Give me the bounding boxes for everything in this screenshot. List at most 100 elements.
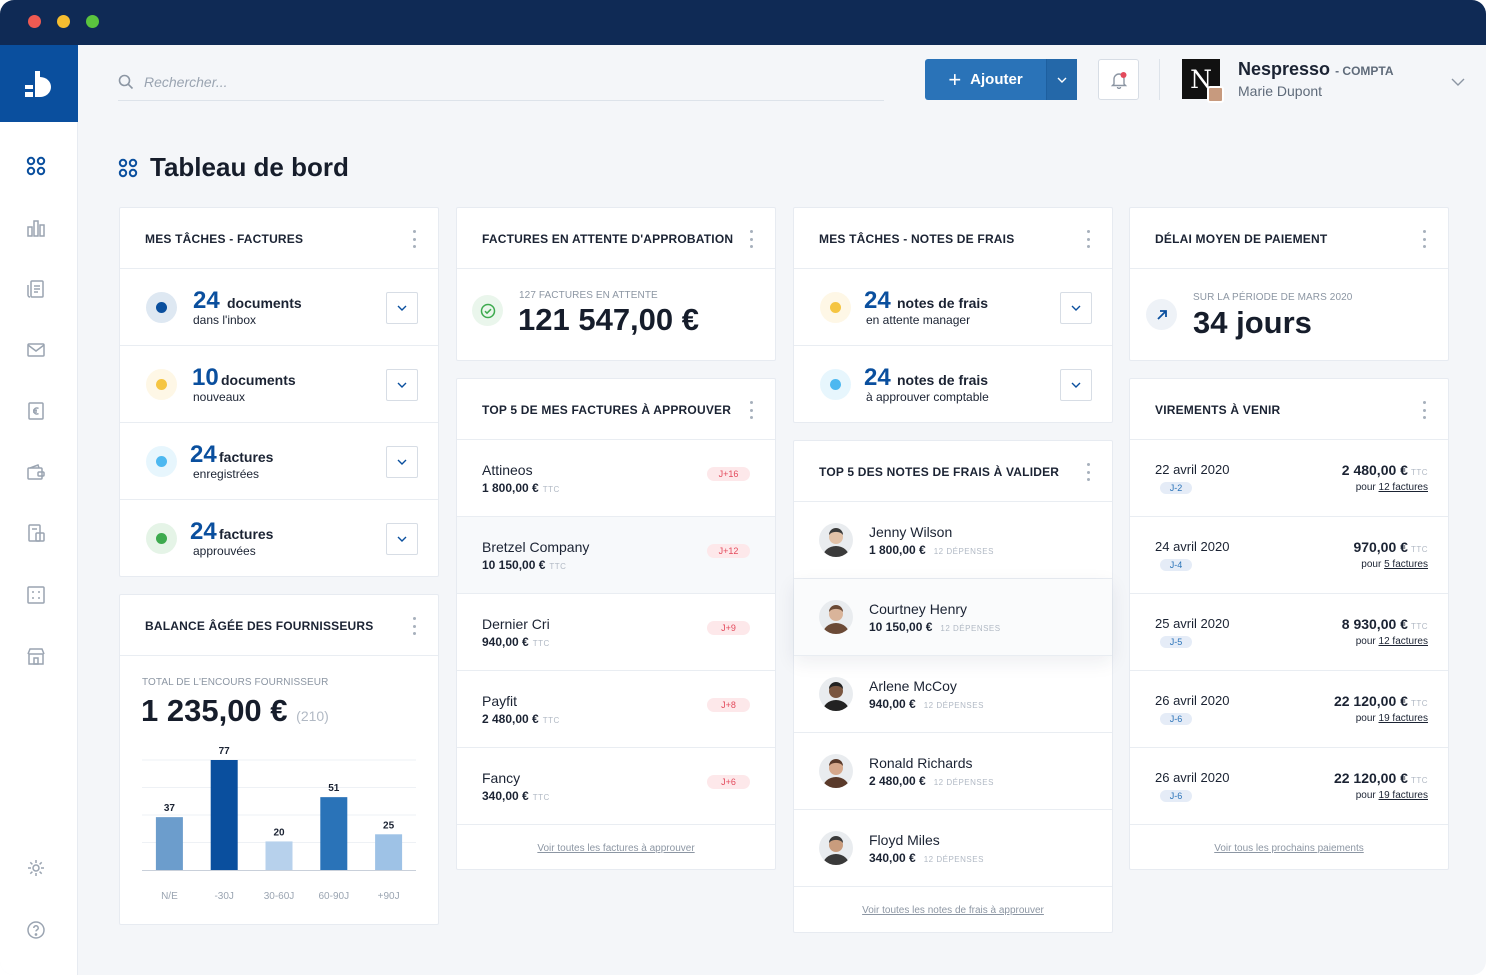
bar-value-label: 51	[328, 783, 340, 794]
company-label: Nespresso	[1238, 59, 1331, 79]
task-row[interactable]: 24 documents dans l'inbox	[120, 269, 438, 346]
more-options-icon[interactable]	[1086, 230, 1090, 248]
task-expand-button[interactable]	[386, 446, 418, 478]
due-badge: J+6	[707, 775, 750, 789]
due-badge: J+9	[707, 621, 750, 635]
expense-row[interactable]: Jenny Wilson 1 800,00 € 12 DÉPENSES	[794, 502, 1112, 579]
settings-icon[interactable]	[25, 857, 47, 879]
add-main-button[interactable]: + Ajouter	[925, 59, 1046, 100]
invoice-row[interactable]: Dernier Cri 940,00 € TTC J+9	[457, 594, 775, 671]
calculator-icon[interactable]	[25, 584, 47, 606]
invoice-count-link[interactable]: 5 factures	[1384, 559, 1428, 570]
count-prefix: pour	[1355, 790, 1376, 801]
invoice-amount: 10 150,00 € TTC	[482, 558, 566, 572]
invoices-icon[interactable]	[25, 278, 47, 300]
help-icon[interactable]	[25, 919, 47, 941]
due-badge: J+16	[707, 467, 750, 481]
minimize-window-button[interactable]	[57, 15, 70, 28]
balance-amount: 1 235,00 €	[141, 693, 288, 728]
more-options-icon[interactable]	[749, 401, 753, 419]
transfer-row[interactable]: 22 avril 2020 J-2 2 480,00 € TTC pour 12 fac…	[1130, 440, 1448, 517]
task-row[interactable]: 24 notes de frais à approuver comptable	[794, 346, 1112, 423]
bar-value-label: 25	[383, 820, 395, 831]
store-icon[interactable]	[25, 645, 47, 667]
amount-value: 2 480,00 €	[869, 774, 926, 788]
task-row[interactable]: 10 documents nouveaux	[120, 346, 438, 423]
invoice-amount: 2 480,00 € TTC	[482, 712, 560, 726]
transfer-row[interactable]: 24 avril 2020 J-4 970,00 € TTC pour 5 factur…	[1130, 517, 1448, 594]
expense-row[interactable]: Floyd Miles 340,00 € 12 DÉPENSES	[794, 810, 1112, 887]
task-sublabel: à approuver comptable	[866, 390, 989, 404]
transfer-row[interactable]: 26 avril 2020 J-6 22 120,00 € TTC pour 19 fa…	[1130, 748, 1448, 825]
status-dot-icon	[146, 523, 177, 554]
task-expand-button[interactable]	[1060, 292, 1092, 324]
card-title: VIREMENTS À VENIR	[1155, 403, 1281, 417]
search-input[interactable]	[144, 73, 844, 90]
more-options-icon[interactable]	[412, 617, 416, 635]
add-dropdown-toggle[interactable]	[1046, 59, 1077, 100]
task-expand-button[interactable]	[1060, 369, 1092, 401]
documents-icon[interactable]	[25, 522, 47, 544]
bar-+90J[interactable]	[375, 834, 403, 870]
invoice-count-link[interactable]: 19 factures	[1379, 790, 1428, 801]
page-title-text: Tableau de bord	[150, 152, 349, 182]
stats-icon[interactable]	[25, 217, 47, 239]
invoice-row[interactable]: Attineos 1 800,00 € TTC J+16	[457, 440, 775, 517]
invoice-row[interactable]: Fancy 340,00 € TTC J+6	[457, 748, 775, 825]
invoice-row[interactable]: Payfit 2 480,00 € TTC J+8	[457, 671, 775, 748]
company-logo[interactable]: N	[1182, 59, 1224, 103]
user-name: Marie Dupont	[1238, 83, 1323, 99]
more-options-icon[interactable]	[1422, 401, 1426, 419]
transfer-row[interactable]: 25 avril 2020 J-5 8 930,00 € TTC pour 12 fac…	[1130, 594, 1448, 671]
more-options-icon[interactable]	[749, 230, 753, 248]
task-sublabel: approuvées	[193, 544, 256, 558]
task-expand-button[interactable]	[386, 523, 418, 555]
maximize-window-button[interactable]	[86, 15, 99, 28]
transfer-row[interactable]: 26 avril 2020 J-6 22 120,00 € TTC pour 19 fa…	[1130, 671, 1448, 748]
app-logo[interactable]	[0, 45, 78, 122]
amount-value: 1 800,00 €	[869, 543, 926, 557]
due-badge: J+8	[707, 698, 750, 712]
task-row[interactable]: 24 factures enregistrées	[120, 423, 438, 500]
more-options-icon[interactable]	[412, 230, 416, 248]
invoice-count: pour 12 factures	[1356, 636, 1428, 647]
more-options-icon[interactable]	[1086, 463, 1090, 481]
invoice-count-link[interactable]: 12 factures	[1379, 636, 1428, 647]
invoice-row[interactable]: Bretzel Company 10 150,00 € TTC J+12	[457, 517, 775, 594]
task-row[interactable]: 24 notes de frais en attente manager	[794, 269, 1112, 346]
task-sublabel: nouveaux	[193, 390, 246, 404]
mail-icon[interactable]	[25, 339, 47, 361]
bar--30J[interactable]	[210, 760, 238, 870]
card-title: MES TÂCHES - FACTURES	[145, 232, 304, 246]
invoice-count-link[interactable]: 19 factures	[1379, 713, 1428, 724]
view-all-invoices-link[interactable]: Voir toutes les factures à approuver	[457, 825, 775, 872]
chevron-down-icon	[397, 536, 407, 542]
ttc-label: TTC	[1410, 545, 1428, 554]
task-row[interactable]: 24 factures approuvées	[120, 500, 438, 577]
task-expand-button[interactable]	[386, 369, 418, 401]
close-window-button[interactable]	[28, 15, 41, 28]
amount-value: 1 800,00 €	[482, 481, 539, 495]
bar-60-90J[interactable]	[320, 797, 348, 870]
invoice-count-link[interactable]: 12 factures	[1379, 482, 1428, 493]
notifications-button[interactable]	[1098, 59, 1139, 100]
title-bar	[0, 0, 1486, 45]
account-menu-toggle[interactable]	[1451, 73, 1465, 91]
more-options-icon[interactable]	[1422, 230, 1426, 248]
bar-30-60J[interactable]	[265, 841, 293, 870]
view-all-payments-link[interactable]: Voir tous les prochains paiements	[1130, 825, 1448, 872]
top-header: + Ajouter N Nespresso - COMPTA Marie Dup…	[78, 45, 1486, 125]
view-all-expenses-link[interactable]: Voir toutes les notes de frais à approuv…	[794, 887, 1112, 934]
expense-row[interactable]: Courtney Henry 10 150,00 € 12 DÉPENSES	[794, 579, 1112, 656]
status-dot-icon	[146, 369, 177, 400]
expenses-icon[interactable]	[25, 400, 47, 422]
wallet-icon[interactable]	[25, 461, 47, 483]
expense-row[interactable]: Arlene McCoy 940,00 € 12 DÉPENSES	[794, 656, 1112, 733]
expense-row[interactable]: Ronald Richards 2 480,00 € 12 DÉPENSES	[794, 733, 1112, 810]
bar-N/E[interactable]	[155, 817, 183, 870]
company-name[interactable]: Nespresso - COMPTA	[1238, 59, 1394, 80]
task-expand-button[interactable]	[386, 292, 418, 324]
add-button[interactable]: + Ajouter	[925, 59, 1077, 100]
dashboard-icon[interactable]	[25, 155, 47, 177]
transfers-list: 22 avril 2020 J-2 2 480,00 € TTC pour 12 fac…	[1130, 440, 1448, 825]
